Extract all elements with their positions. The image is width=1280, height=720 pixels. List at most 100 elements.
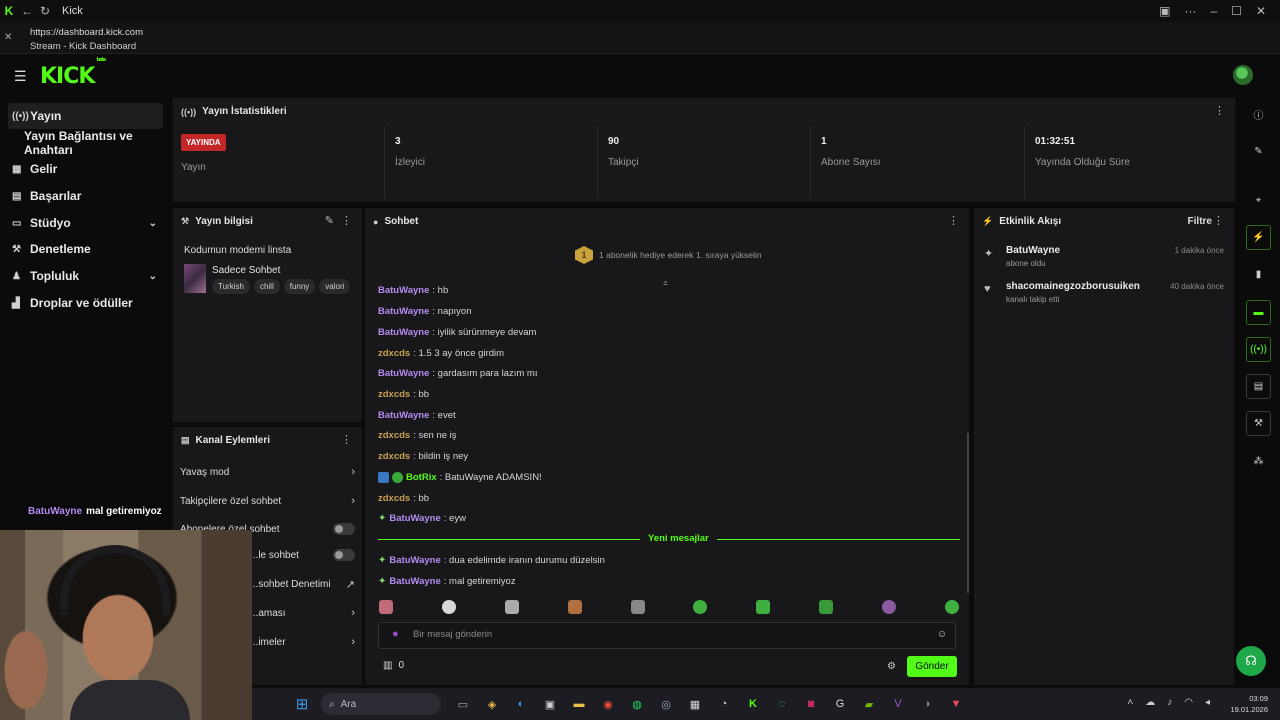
- chat-message[interactable]: zdxcds: sen ne iş: [378, 430, 457, 441]
- wrench-icon[interactable]: ⚒: [1246, 411, 1271, 436]
- kick-icon[interactable]: K: [743, 694, 763, 714]
- sidebar-item-gelir[interactable]: ▦ Gelir: [8, 156, 163, 182]
- more-options-icon[interactable]: ⋮: [341, 433, 352, 446]
- gear-icon[interactable]: ⚙: [887, 661, 896, 672]
- chat-username[interactable]: zdxcds: [378, 451, 410, 462]
- widgets-icon[interactable]: ◈: [482, 694, 502, 714]
- category-name[interactable]: Sadece Sohbet: [212, 265, 280, 276]
- windows-start-icon[interactable]: ⊞: [292, 694, 312, 714]
- instagram-icon[interactable]: ◙: [801, 694, 821, 714]
- close-site-info-icon[interactable]: ✕: [4, 32, 12, 43]
- toggle-switch[interactable]: [333, 523, 355, 535]
- sidebar-toggle-icon[interactable]: ▣: [1159, 4, 1170, 18]
- more-options-icon[interactable]: ⋮: [341, 214, 352, 227]
- users-icon[interactable]: ⁂: [1246, 449, 1271, 474]
- chat-message[interactable]: zdxcds: 1.5 3 ay önce girdim: [378, 348, 504, 359]
- pencil-icon[interactable]: ✎: [1246, 139, 1271, 164]
- more-options-icon[interactable]: ⋮: [1213, 214, 1224, 227]
- minimize-icon[interactable]: –: [1210, 4, 1217, 18]
- more-options-icon[interactable]: ⋮: [1214, 104, 1225, 117]
- emoji-icon[interactable]: ☺: [937, 629, 947, 640]
- kick-logo[interactable]: KICKbeta: [40, 57, 106, 89]
- visual-studio-icon[interactable]: V: [888, 694, 908, 714]
- user-avatar[interactable]: [1233, 65, 1253, 85]
- action-slow-mode[interactable]: Yavaş mod ›: [180, 466, 355, 478]
- steam-icon[interactable]: ◎: [656, 694, 676, 714]
- app-icon[interactable]: ▦: [685, 694, 705, 714]
- chat-bubble-icon[interactable]: ▬: [1246, 300, 1271, 325]
- chat-username[interactable]: zdxcds: [378, 493, 410, 504]
- chat-message[interactable]: zdxcds: bildin iş ney: [378, 451, 468, 462]
- emote-icon[interactable]: [630, 600, 645, 614]
- url-text[interactable]: https://dashboard.kick.com: [30, 27, 143, 38]
- chat-message[interactable]: BatuWayne: napıyon: [378, 306, 471, 317]
- chrome-icon[interactable]: ◉: [598, 694, 618, 714]
- back-icon[interactable]: ←: [18, 0, 36, 22]
- sidebar-item-studyo[interactable]: ▭ Stüdyo ⌄: [8, 210, 163, 236]
- emote-icon[interactable]: [441, 600, 456, 614]
- explorer-icon[interactable]: ▬: [569, 694, 589, 714]
- chat-message[interactable]: zdxcds: bb: [378, 389, 429, 400]
- chat-username[interactable]: BatuWayne: [389, 555, 440, 566]
- chat-username[interactable]: BatuWayne: [389, 513, 440, 524]
- mic-icon[interactable]: ♪: [1167, 697, 1172, 708]
- chat-username[interactable]: BatuWayne: [389, 576, 440, 587]
- tag[interactable]: chill: [253, 279, 280, 294]
- app-icon[interactable]: ▼: [946, 694, 966, 714]
- info-icon[interactable]: ⓘ: [1246, 102, 1271, 127]
- sidebar-item-basarilar[interactable]: ▤ Başarılar: [8, 183, 163, 209]
- sidebar-item-stream-key[interactable]: Yayın Bağlantısı ve Anahtarı: [24, 129, 170, 157]
- volume-icon[interactable]: ◂: [1205, 697, 1210, 708]
- chat-username[interactable]: zdxcds: [378, 430, 410, 441]
- nvidia-icon[interactable]: ▰: [859, 694, 879, 714]
- app-icon[interactable]: G: [830, 694, 850, 714]
- chat-username[interactable]: zdxcds: [378, 389, 410, 400]
- action-followers-only[interactable]: Takipçilere özel sohbet ›: [180, 495, 355, 507]
- emote-icon[interactable]: [504, 600, 519, 614]
- maximize-icon[interactable]: ☐: [1231, 4, 1242, 18]
- chat-username[interactable]: BatuWayne: [378, 368, 429, 379]
- emote-icon[interactable]: [944, 600, 959, 614]
- menu-icon[interactable]: ☰: [14, 68, 27, 85]
- chat-message[interactable]: zdxcds: bb: [378, 493, 429, 504]
- edit-icon[interactable]: ✎: [325, 214, 334, 227]
- chat-message[interactable]: ✦ BatuWayne: eyw: [378, 513, 466, 524]
- network-icon[interactable]: ☁: [1145, 697, 1155, 708]
- lightning-icon[interactable]: ⚡: [1246, 225, 1271, 250]
- store-icon[interactable]: ▣: [540, 694, 560, 714]
- chat-message[interactable]: BatuWayne: hb: [378, 285, 448, 296]
- emote-icon[interactable]: [882, 600, 896, 614]
- mic-icon[interactable]: ●: [392, 628, 399, 640]
- support-button[interactable]: ☊: [1236, 646, 1266, 676]
- whatsapp-icon[interactable]: ◌: [772, 694, 792, 714]
- filter-button[interactable]: Filtre: [1188, 216, 1212, 227]
- edge-icon[interactable]: ◐: [511, 694, 531, 714]
- emote-icon[interactable]: [756, 600, 771, 614]
- obs-icon[interactable]: ◔: [714, 694, 734, 714]
- chat-input-box[interactable]: ● ☺: [378, 622, 956, 649]
- chat-message-input[interactable]: [413, 629, 913, 640]
- refresh-icon[interactable]: ↻: [36, 0, 54, 22]
- chat-username[interactable]: BatuWayne: [378, 285, 429, 296]
- chat-username[interactable]: BatuWayne: [378, 410, 429, 421]
- chevron-up-icon[interactable]: ˄: [1127, 697, 1133, 708]
- chat-message[interactable]: BatuWayne: iyilik sürünmeye devam: [378, 327, 536, 338]
- collapse-icon[interactable]: ⩡: [663, 278, 668, 289]
- more-icon[interactable]: ···: [1184, 4, 1196, 18]
- emote-icon[interactable]: [379, 600, 393, 614]
- task-view-icon[interactable]: ▭: [453, 694, 473, 714]
- gift-leaderboard-banner[interactable]: 1 1 abonelik hediye ederek 1. sıraya yük…: [575, 246, 762, 264]
- chat-message[interactable]: ✦ BatuWayne: dua edelimde iranın durumu d…: [378, 555, 605, 566]
- emote-icon[interactable]: [693, 600, 708, 614]
- chat-message[interactable]: BatuWayne: evet: [378, 410, 456, 421]
- channel-points[interactable]: ▥ 0: [383, 660, 404, 671]
- chat-username[interactable]: BatuWayne: [378, 306, 429, 317]
- sidebar-item-topluluk[interactable]: ♟ Topluluk ⌄: [8, 263, 163, 289]
- chat-username[interactable]: zdxcds: [378, 348, 410, 359]
- layout-icon[interactable]: ▤: [1246, 374, 1271, 399]
- chat-username[interactable]: BotRix: [406, 472, 437, 483]
- send-button[interactable]: Gönder: [907, 656, 957, 677]
- collapse-panel-icon[interactable]: ⌖: [1246, 188, 1271, 213]
- event-user[interactable]: BatuWayne: [1006, 245, 1060, 256]
- tag[interactable]: funny: [283, 279, 316, 294]
